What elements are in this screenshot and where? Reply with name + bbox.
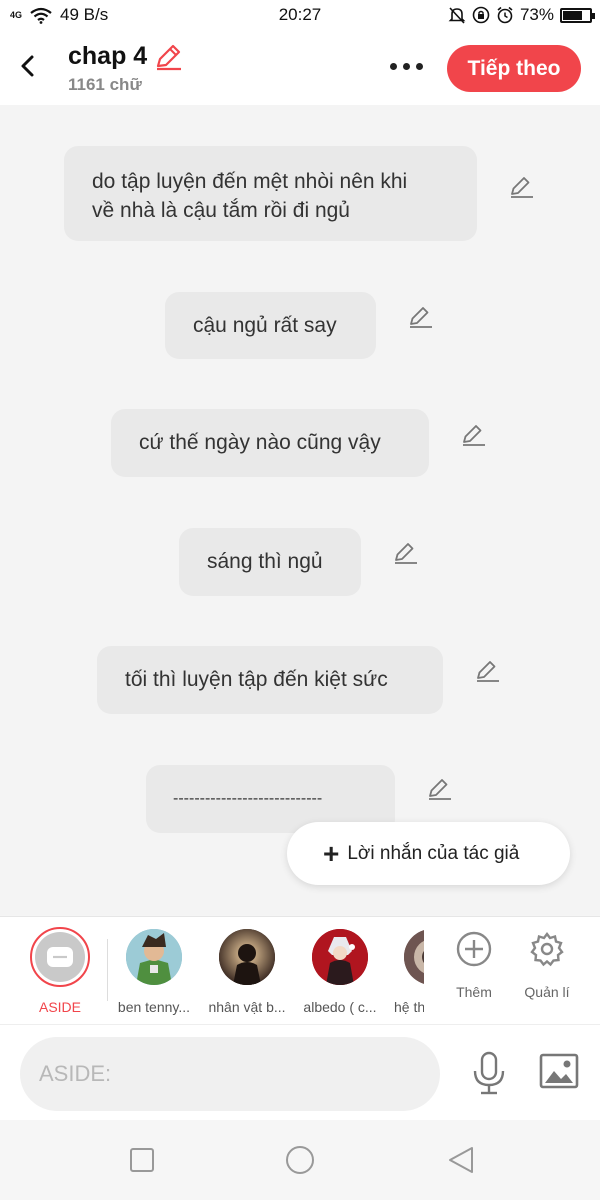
system-nav-bar — [0, 1120, 600, 1200]
message-bubble[interactable]: cứ thế ngày nào cũng vậy — [111, 409, 429, 477]
character-aside[interactable]: ASIDE — [12, 927, 108, 1015]
composer — [0, 1024, 600, 1120]
chapter-title: chap 4 — [68, 42, 148, 70]
title-block: chap 4 1161 chữ — [68, 42, 183, 95]
message-line: cậu ngủ rất say — [193, 314, 337, 337]
character-bar[interactable]: ASIDE ben tenny... nhân vật b... albedo … — [0, 916, 600, 1024]
data-saver-icon — [472, 6, 490, 24]
character-item[interactable]: nhân vật b... — [199, 927, 295, 1015]
message-bubble[interactable]: cậu ngủ rất say — [165, 292, 376, 359]
message-line: cứ thế ngày nào cũng vậy — [139, 431, 381, 454]
edit-message-icon[interactable] — [507, 173, 535, 201]
message-bubble[interactable]: sáng thì ngủ — [179, 528, 361, 596]
aside-avatar — [30, 927, 90, 987]
avatar — [126, 929, 182, 985]
battery-icon — [560, 7, 595, 23]
edit-title-icon[interactable] — [153, 43, 183, 71]
home-icon[interactable] — [284, 1144, 316, 1176]
word-count: 1161 chữ — [68, 75, 142, 94]
gear-icon — [530, 932, 564, 967]
more-options-icon[interactable] — [386, 58, 426, 74]
avatar — [312, 929, 368, 985]
message-bubble[interactable]: tối thì luyện tập đến kiệt sức — [97, 646, 443, 714]
character-label: ASIDE — [38, 999, 81, 1015]
character-item[interactable]: ben tenny... — [106, 927, 202, 1015]
mute-bell-icon — [448, 7, 466, 24]
recent-apps-icon[interactable] — [126, 1144, 158, 1176]
alarm-icon — [497, 6, 513, 24]
avatar — [219, 929, 275, 985]
manage-label: Quản lí — [524, 984, 570, 1000]
edit-message-icon[interactable] — [473, 657, 501, 685]
microphone-icon[interactable] — [470, 1051, 508, 1095]
character-label: hệ th — [394, 999, 424, 1015]
message-line: do tập luyện đến mệt nhòi nên khi — [92, 170, 408, 193]
chat-area[interactable]: do tập luyện đến mệt nhòi nên khi về nhà… — [0, 105, 600, 915]
chat-bubble-icon — [47, 947, 73, 967]
message-line: tối thì luyện tập đến kiệt sức — [125, 668, 388, 691]
message-line: về nhà là cậu tắm rồi đi ngủ — [92, 199, 350, 222]
battery-level — [563, 10, 582, 20]
manage-characters-button[interactable]: Quản lí — [517, 931, 577, 1000]
add-circle-icon — [456, 931, 492, 967]
character-item[interactable]: hệ th — [374, 927, 424, 1015]
chapter-header: chap 4 1161 chữ Tiếp theo — [0, 32, 600, 105]
message-bubble[interactable]: do tập luyện đến mệt nhòi nên khi về nhà… — [64, 146, 477, 241]
author-note-label: Lời nhắn của tác giả — [347, 842, 520, 864]
character-label: nhân vật b... — [208, 999, 286, 1015]
avatar — [404, 929, 424, 985]
edit-message-icon[interactable] — [459, 421, 487, 449]
add-character-button[interactable]: Thêm — [444, 931, 504, 1000]
back-nav-icon[interactable] — [446, 1144, 478, 1176]
edit-message-icon[interactable] — [425, 775, 453, 803]
edit-message-icon[interactable] — [406, 303, 434, 331]
message-line: sáng thì ngủ — [207, 550, 323, 573]
battery-percent: 73% — [519, 5, 554, 24]
add-label: Thêm — [456, 984, 492, 1000]
message-input[interactable] — [20, 1037, 440, 1111]
author-note-button[interactable]: + Lời nhắn của tác giả — [287, 822, 570, 885]
plus-icon: + — [323, 837, 340, 869]
image-icon[interactable] — [539, 1053, 579, 1089]
back-arrow-icon[interactable] — [12, 48, 44, 84]
status-bar: 4G 49 B/s 20:27 73% — [0, 0, 600, 32]
next-button[interactable]: Tiếp theo — [447, 45, 581, 92]
character-label: ben tenny... — [117, 999, 191, 1015]
edit-message-icon[interactable] — [391, 539, 419, 567]
message-line: ---------------------------- — [173, 790, 323, 807]
